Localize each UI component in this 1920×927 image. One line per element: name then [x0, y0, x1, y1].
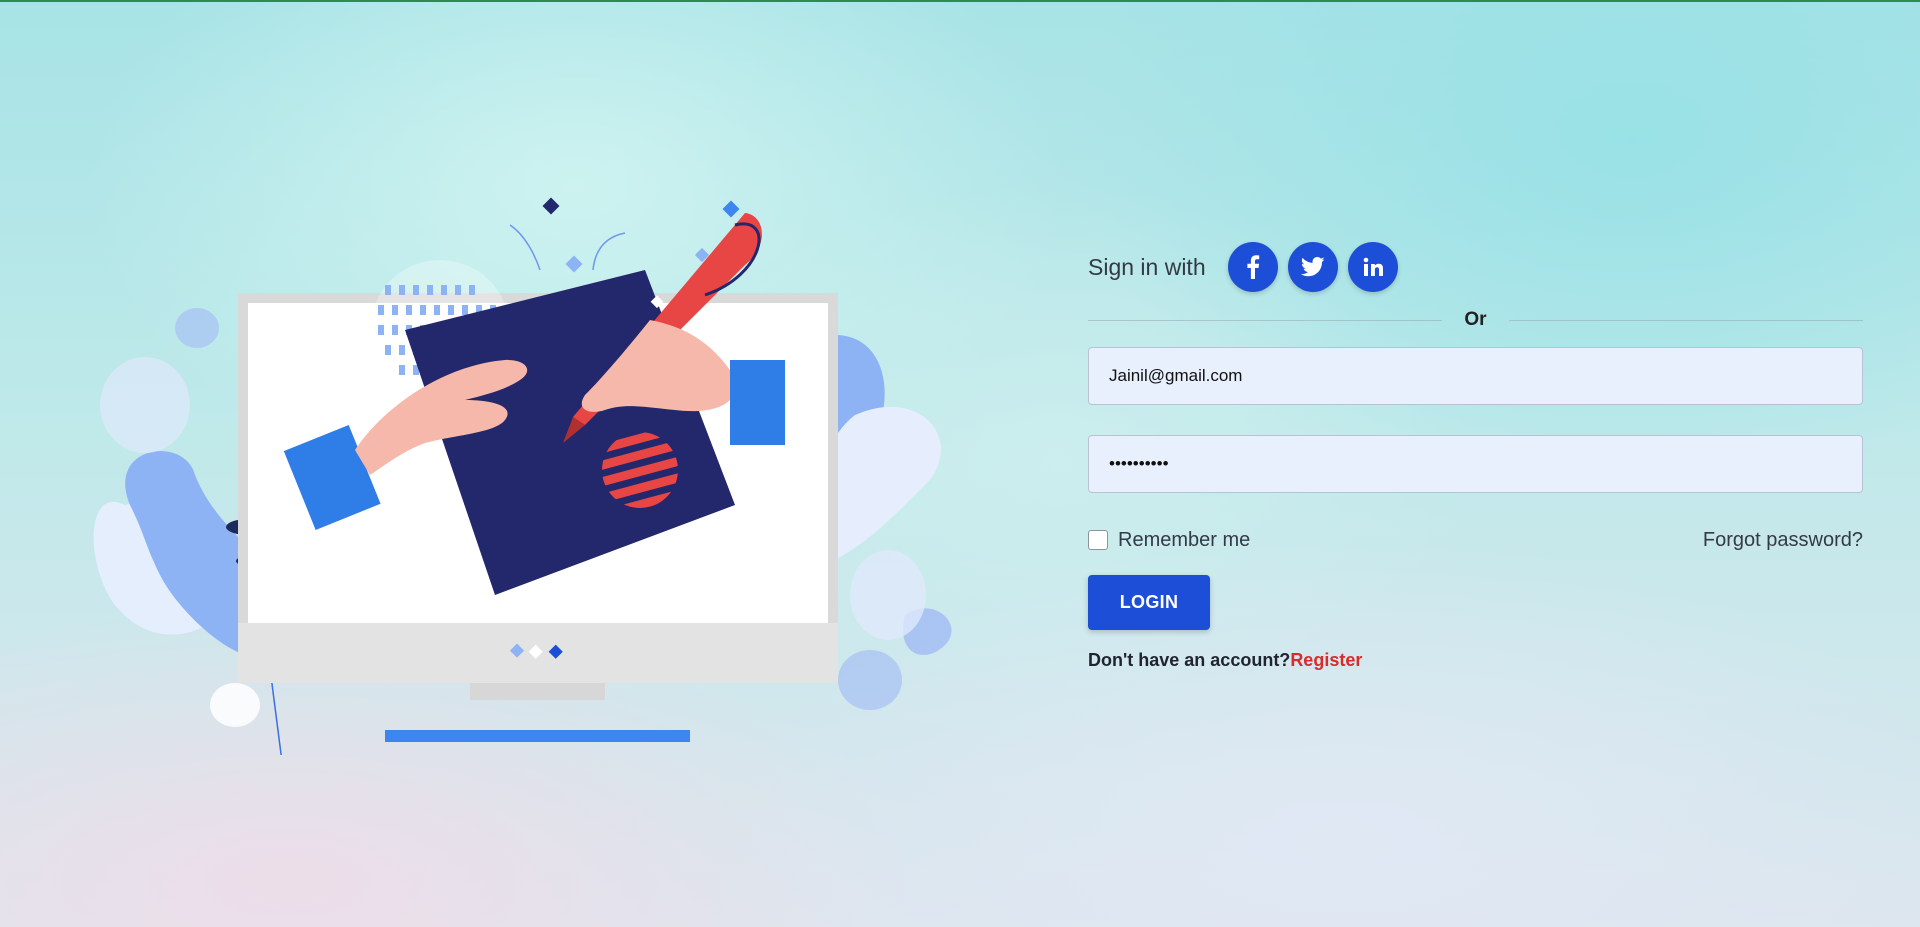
- linkedin-button[interactable]: [1347, 242, 1398, 292]
- login-button[interactable]: LOGIN: [1088, 575, 1210, 630]
- email-field[interactable]: [1088, 347, 1863, 405]
- divider-line-right: [1508, 319, 1863, 321]
- signin-with-label: Sign in with: [1088, 253, 1206, 280]
- register-row: Don't have an account?Register: [1088, 650, 1863, 671]
- password-field[interactable]: [1088, 435, 1863, 493]
- or-divider: Or: [1088, 305, 1863, 335]
- social-signin-row: Sign in with: [1088, 240, 1863, 294]
- login-options-row: Remember me Forgot password?: [1088, 527, 1863, 553]
- facebook-icon: [1246, 255, 1260, 279]
- top-accent-line: [0, 0, 1920, 2]
- login-illustration: [85, 185, 975, 786]
- forgot-password-link[interactable]: Forgot password?: [1703, 529, 1863, 552]
- remember-me[interactable]: Remember me: [1088, 529, 1250, 552]
- twitter-button[interactable]: [1287, 242, 1338, 292]
- login-form: Sign in with Or Remember me Forgot pass: [1088, 240, 1863, 671]
- linkedin-icon: [1363, 257, 1383, 277]
- register-link[interactable]: Register: [1290, 650, 1362, 670]
- register-prompt: Don't have an account?: [1088, 650, 1291, 670]
- remember-me-checkbox[interactable]: [1088, 530, 1108, 550]
- facebook-button[interactable]: [1227, 242, 1278, 292]
- twitter-icon: [1300, 257, 1325, 277]
- divider-text: Or: [1464, 309, 1487, 330]
- remember-me-label: Remember me: [1118, 528, 1251, 551]
- divider-line-left: [1088, 319, 1443, 321]
